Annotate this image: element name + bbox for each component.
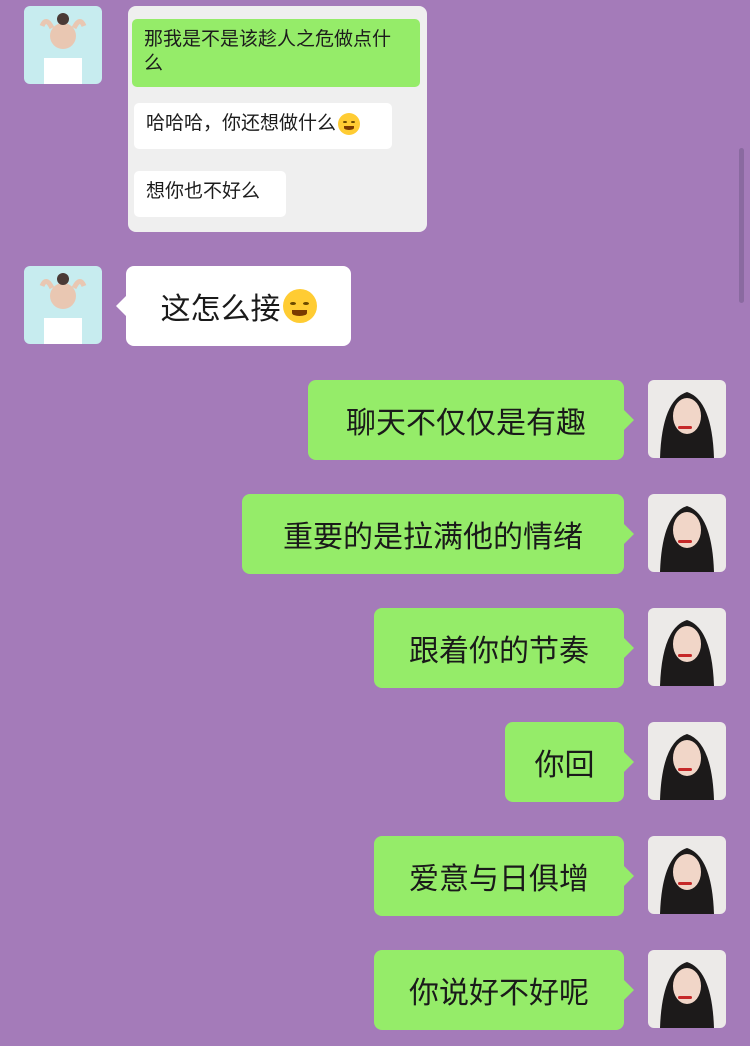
self-avatar[interactable] [648, 380, 726, 458]
crying-laugh-emoji [282, 289, 317, 323]
self-avatar[interactable] [648, 836, 726, 914]
incoming-message[interactable]: 这怎么接 [116, 266, 351, 346]
card-message-2: 哈哈哈，你还想做什么 [134, 103, 392, 149]
self-avatar[interactable] [648, 950, 726, 1028]
self-avatar[interactable] [648, 722, 726, 800]
scrollbar[interactable] [739, 148, 744, 303]
card-message-3: 想你也不好么 [134, 171, 286, 217]
outgoing-message[interactable]: 爱意与日俱增 [374, 836, 634, 916]
self-avatar[interactable] [648, 494, 726, 572]
outgoing-message[interactable]: 跟着你的节奏 [374, 608, 634, 688]
outgoing-message[interactable]: 重要的是拉满他的情绪 [242, 494, 634, 574]
outgoing-message[interactable]: 你说好不好呢 [374, 950, 634, 1030]
tears-of-joy-emoji [338, 112, 361, 135]
contact-avatar[interactable] [24, 6, 102, 84]
self-avatar[interactable] [648, 608, 726, 686]
contact-avatar[interactable] [24, 266, 102, 344]
forwarded-chat-card: 那我是不是该趁人之危做点什么 哈哈哈，你还想做什么 想你也不好么 [128, 6, 427, 232]
card-message-1: 那我是不是该趁人之危做点什么 [132, 19, 420, 87]
outgoing-message[interactable]: 聊天不仅仅是有趣 [308, 380, 634, 460]
outgoing-message[interactable]: 你回 [505, 722, 634, 802]
